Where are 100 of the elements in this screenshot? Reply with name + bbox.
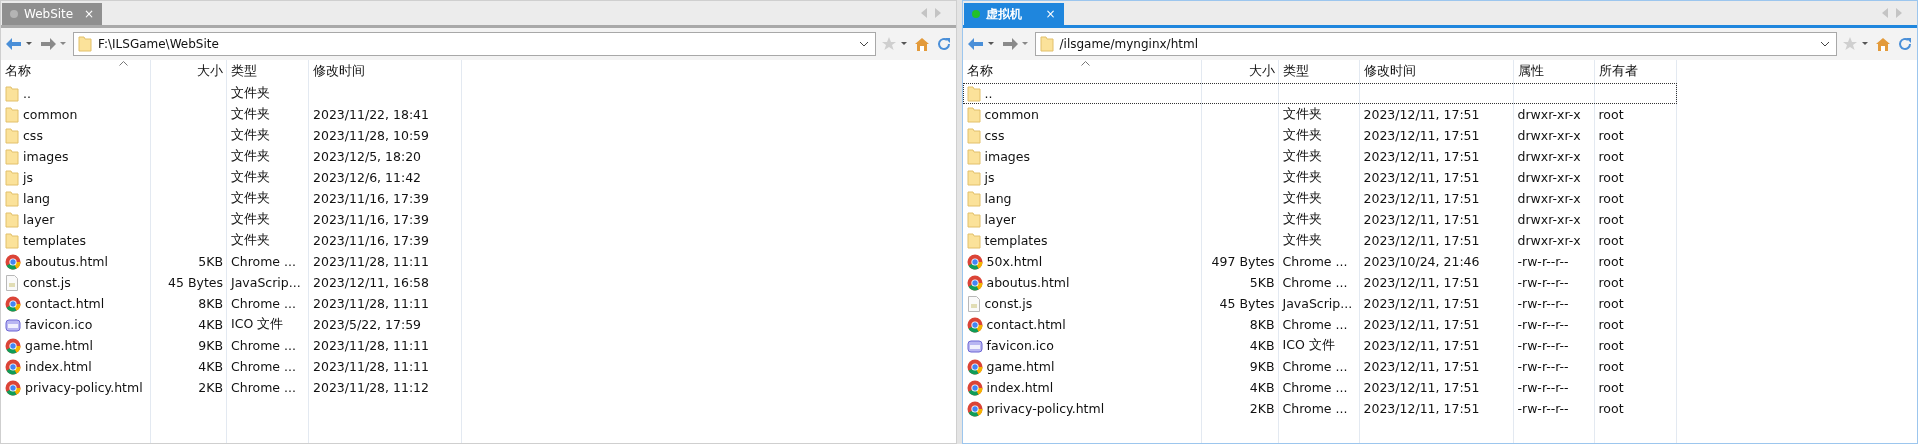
column-header[interactable]: 属性 xyxy=(1513,61,1595,81)
chrome-icon xyxy=(966,358,983,375)
home-icon[interactable] xyxy=(1875,37,1891,51)
folder-icon xyxy=(5,148,19,165)
table-cell: 2023/11/28, 11:11 xyxy=(313,254,429,269)
file-name[interactable]: images xyxy=(23,149,69,164)
table-cell: Chrome ... xyxy=(1282,401,1348,416)
table-cell: drwxr-xr-x xyxy=(1517,191,1581,206)
table-cell: root xyxy=(1598,275,1624,290)
image-file-icon xyxy=(5,316,21,333)
table-cell: 2023/10/24, 21:46 xyxy=(1363,254,1480,269)
panel-tab[interactable]: 虚拟机 × xyxy=(963,3,1064,25)
file-name[interactable]: layer xyxy=(984,212,1016,227)
bookmark-icon[interactable] xyxy=(1843,37,1869,51)
folder-icon xyxy=(78,36,92,52)
refresh-icon[interactable] xyxy=(1897,36,1913,52)
column-header[interactable]: 类型 xyxy=(1278,61,1360,81)
refresh-icon[interactable] xyxy=(935,36,952,52)
table-cell: Chrome ... xyxy=(1282,380,1348,395)
back-icon[interactable] xyxy=(5,37,33,51)
home-icon[interactable] xyxy=(913,37,930,51)
file-name[interactable]: js xyxy=(984,170,995,185)
dropdown-icon[interactable] xyxy=(858,41,869,47)
file-name[interactable]: .. xyxy=(23,86,31,101)
table-cell: 2KB xyxy=(1249,401,1275,416)
column-header[interactable]: 名称 xyxy=(1,61,151,81)
file-name[interactable]: images xyxy=(984,149,1030,164)
column-header[interactable]: 类型 xyxy=(227,61,309,81)
table-cell: drwxr-xr-x xyxy=(1517,128,1581,143)
column-header[interactable]: 修改时间 xyxy=(309,61,462,81)
dropdown-icon[interactable] xyxy=(1820,41,1830,47)
file-name[interactable]: css xyxy=(23,128,43,143)
file-name[interactable]: privacy-policy.html xyxy=(25,380,143,395)
bookmark-icon[interactable] xyxy=(881,37,908,51)
file-name[interactable]: layer xyxy=(23,212,55,227)
table-cell: ICO 文件 xyxy=(1282,337,1335,354)
file-name[interactable]: .. xyxy=(984,86,993,101)
file-name[interactable]: common xyxy=(23,107,78,122)
image-file-icon xyxy=(966,337,983,354)
table-cell: Chrome ... xyxy=(1282,317,1348,332)
file-name[interactable]: css xyxy=(984,128,1005,143)
folder-icon xyxy=(966,127,981,144)
chrome-icon xyxy=(5,337,21,354)
forward-icon[interactable] xyxy=(39,37,67,51)
path-field[interactable]: /ilsgame/mynginx/html xyxy=(1034,32,1837,56)
table-cell: 文件夹 xyxy=(231,211,270,228)
folder-icon xyxy=(966,85,981,102)
table-cell: 45 Bytes xyxy=(1219,296,1275,311)
table-cell: -rw-r--r-- xyxy=(1517,254,1569,269)
chrome-icon xyxy=(966,316,983,333)
table-cell: 2023/12/11, 17:51 xyxy=(1363,170,1480,185)
column-header[interactable]: 所有者 xyxy=(1594,61,1677,81)
table-cell: -rw-r--r-- xyxy=(1517,317,1569,332)
column-header[interactable]: 大小 xyxy=(1201,61,1279,81)
file-name[interactable]: aboutus.html xyxy=(986,275,1070,290)
file-name[interactable]: game.html xyxy=(986,359,1055,374)
column-header[interactable]: 修改时间 xyxy=(1359,61,1514,81)
file-name[interactable]: 50x.html xyxy=(986,254,1043,269)
table-cell: 2023/11/16, 17:39 xyxy=(313,191,429,206)
close-icon[interactable]: × xyxy=(1045,7,1056,21)
script-file-icon xyxy=(966,295,981,312)
table-cell: root xyxy=(1598,170,1624,185)
column-header[interactable]: 大小 xyxy=(151,61,227,81)
file-name[interactable]: lang xyxy=(984,191,1012,206)
file-name[interactable]: common xyxy=(984,107,1039,122)
folder-icon xyxy=(966,106,981,123)
file-name[interactable]: favicon.ico xyxy=(986,338,1054,353)
folder-icon xyxy=(966,211,981,228)
table-cell: 2023/12/11, 16:58 xyxy=(313,275,429,290)
back-icon[interactable] xyxy=(966,37,995,51)
focused-row[interactable]: .. xyxy=(962,83,1677,104)
table-cell: 2023/11/28, 11:11 xyxy=(313,296,429,311)
forward-icon[interactable] xyxy=(1000,37,1029,51)
table-cell: Chrome ... xyxy=(1282,359,1348,374)
file-name[interactable]: const.js xyxy=(23,275,71,290)
table-cell: 4KB xyxy=(198,317,223,332)
file-name[interactable]: aboutus.html xyxy=(25,254,108,269)
file-name[interactable]: privacy-policy.html xyxy=(986,401,1105,416)
table-cell: 4KB xyxy=(1249,380,1275,395)
file-name[interactable]: contact.html xyxy=(25,296,105,311)
file-name[interactable]: templates xyxy=(23,233,86,248)
file-name[interactable]: lang xyxy=(23,191,50,206)
table-cell: drwxr-xr-x xyxy=(1517,233,1581,248)
path-field[interactable]: F:\ILSGame\WebSite xyxy=(73,32,876,56)
folder-icon xyxy=(966,148,981,165)
file-name[interactable]: templates xyxy=(984,233,1048,248)
file-name[interactable]: contact.html xyxy=(986,317,1066,332)
file-name[interactable]: game.html xyxy=(25,338,93,353)
file-name[interactable]: const.js xyxy=(984,296,1033,311)
file-name[interactable]: index.html xyxy=(25,359,92,374)
file-name[interactable]: favicon.ico xyxy=(25,317,93,332)
folder-icon xyxy=(5,169,19,186)
file-name[interactable]: index.html xyxy=(986,380,1054,395)
column-header[interactable]: 名称 xyxy=(962,61,1202,81)
file-name[interactable]: js xyxy=(23,170,33,185)
table-cell: 文件夹 xyxy=(231,127,270,144)
table-cell: 2023/5/22, 17:59 xyxy=(313,317,422,332)
folder-icon xyxy=(966,232,981,249)
table-cell: root xyxy=(1598,338,1624,353)
folder-icon xyxy=(5,127,19,144)
